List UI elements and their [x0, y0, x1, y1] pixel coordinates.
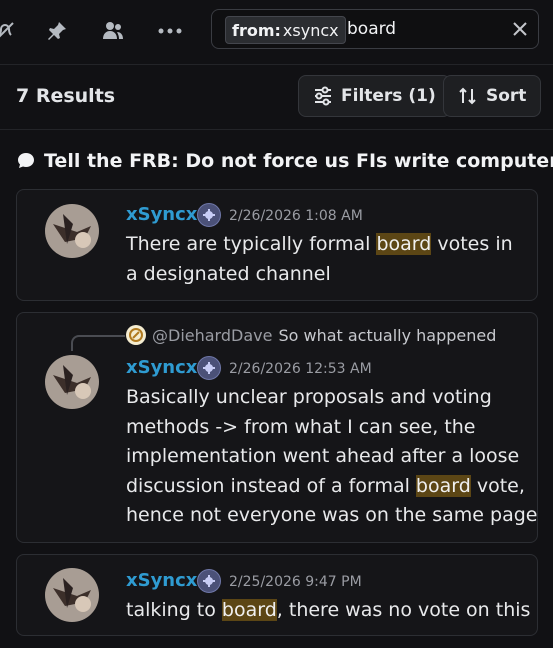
search-highlight: board	[415, 474, 471, 497]
author-name[interactable]: xSyncx	[126, 204, 197, 225]
message-line: a designated channel	[126, 262, 331, 285]
author-name[interactable]: xSyncx	[126, 357, 197, 378]
avatar[interactable]	[45, 568, 99, 622]
search-result-card[interactable]: xSyncx 2/25/2026 9:47 PM talking to boar…	[16, 554, 538, 636]
reply-avatar	[126, 325, 146, 345]
reply-reference[interactable]: @DiehardDave So what actually happened	[126, 325, 496, 345]
message-content: Basically unclear proposals and voting m…	[126, 383, 537, 531]
reply-text: So what actually happened	[278, 325, 497, 345]
badge-icon	[197, 356, 221, 380]
notification-bell-slash-icon[interactable]	[0, 18, 18, 44]
avatar[interactable]	[45, 355, 99, 409]
badge-icon	[197, 569, 221, 593]
sort-label: Sort	[486, 86, 527, 106]
search-highlight: board	[221, 599, 277, 621]
timestamp: 2/26/2026 1:08 AM	[229, 208, 363, 224]
reply-username: @DiehardDave	[152, 325, 273, 345]
message-content: talking to board, there was no vote on t…	[126, 596, 530, 626]
thread-bubble-icon	[18, 153, 34, 168]
filters-button[interactable]: Filters (1)	[298, 75, 451, 117]
author-name[interactable]: xSyncx	[126, 570, 197, 591]
message-line: Basically unclear proposals and voting	[126, 386, 492, 408]
search-result-card[interactable]: @DiehardDave So what actually happened x…	[16, 312, 538, 543]
results-count: 7 Results	[16, 85, 116, 107]
timestamp: 2/26/2026 12:53 AM	[229, 361, 372, 377]
top-toolbar: from: xsyncx board	[0, 0, 553, 65]
filter-sliders-icon	[315, 86, 331, 106]
results-header: 7 Results Filters (1) Sort	[0, 65, 553, 130]
filters-label: Filters (1)	[341, 86, 436, 106]
timestamp: 2/25/2026 9:47 PM	[229, 574, 362, 590]
search-filter-chip[interactable]: from: xsyncx	[225, 16, 346, 44]
pin-icon[interactable]	[44, 18, 70, 44]
message-content: There are typically formal board votes i…	[126, 230, 513, 289]
search-query[interactable]: board	[347, 19, 396, 39]
channel-name: Tell the FRB: Do not force us FIs write …	[44, 150, 553, 172]
message-line: hence not everyone was on the same page	[126, 504, 538, 526]
close-icon[interactable]	[510, 19, 530, 39]
sort-arrows-icon	[459, 87, 476, 105]
reply-connector	[71, 335, 125, 351]
message-line: talking to board, there was no vote on t…	[126, 599, 531, 621]
avatar[interactable]	[45, 204, 99, 258]
filter-key: from:	[232, 20, 281, 40]
search-highlight: board	[376, 233, 432, 255]
channel-title[interactable]: Tell the FRB: Do not force us FIs write …	[16, 150, 553, 172]
more-icon[interactable]	[157, 18, 183, 44]
badge-icon	[197, 203, 221, 227]
message-line: methods -> from what I can see, the	[126, 415, 476, 438]
message-line: implementation went ahead after a loose	[126, 445, 520, 467]
search-result-card[interactable]: xSyncx 2/26/2026 1:08 AM There are typic…	[16, 189, 538, 301]
filter-value: xsyncx	[282, 20, 339, 40]
search-input[interactable]: from: xsyncx board	[211, 9, 539, 49]
message-line: There are typically formal board votes i…	[126, 233, 513, 255]
message-line: discussion instead of a formal board vot…	[126, 474, 525, 497]
sort-button[interactable]: Sort	[443, 75, 542, 117]
members-icon[interactable]	[100, 18, 126, 44]
